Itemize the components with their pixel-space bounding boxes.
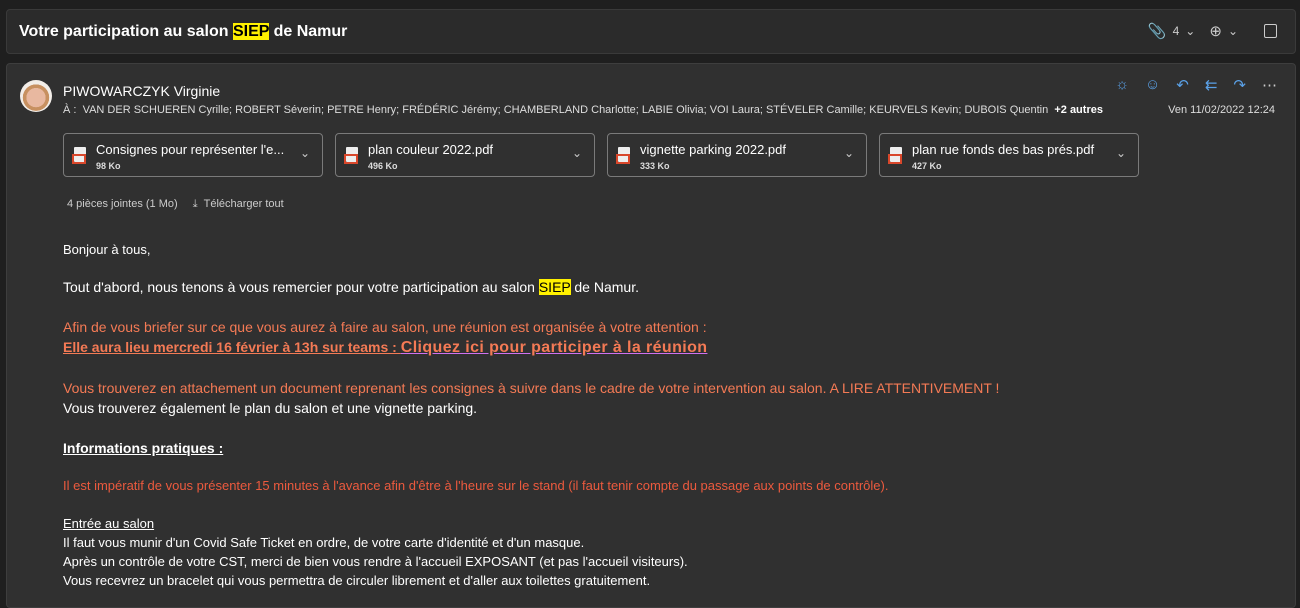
attachment-size: 427 Ko xyxy=(912,161,942,171)
reply-icon[interactable]: ↶ xyxy=(1176,76,1189,94)
attachment-card[interactable]: plan couleur 2022.pdf 496 Ko ⌄ xyxy=(335,133,595,177)
paragraph: Afin de vous briefer sur ce que vous aur… xyxy=(63,319,707,335)
attachment-name: plan rue fonds des bas prés.pdf xyxy=(912,142,1095,157)
subject-text-end: de Namur xyxy=(269,22,348,40)
message-date: Ven 11/02/2022 12:24 xyxy=(1168,104,1275,116)
chevron-down-icon[interactable]: ⌄ xyxy=(300,146,310,160)
more-recipients[interactable]: +2 autres xyxy=(1054,104,1103,116)
paragraph: Après un contrôle de votre CST, merci de… xyxy=(63,554,688,569)
attachment-card[interactable]: vignette parking 2022.pdf 333 Ko ⌄ xyxy=(607,133,867,177)
download-icon[interactable]: ⤓ xyxy=(193,198,198,210)
attachment-name: Consignes pour représenter l'e... xyxy=(96,142,285,157)
subject-highlight: SIEP xyxy=(232,22,270,40)
chevron-down-icon[interactable]: ⌄ xyxy=(1185,24,1195,38)
popout-icon[interactable] xyxy=(1264,24,1277,38)
paragraph: Elle aura lieu mercredi 16 février à 13h… xyxy=(63,337,999,358)
more-icon[interactable]: ⋯ xyxy=(1262,76,1277,94)
join-meeting-link[interactable]: Cliquez ici pour participer à la réunion xyxy=(401,339,708,356)
subject-header: Votre participation au salon SIEP de Nam… xyxy=(6,9,1296,54)
paragraph: Vous recevrez un bracelet qui vous perme… xyxy=(63,573,651,588)
paragraph: Il est impératif de vous présenter 15 mi… xyxy=(63,478,889,493)
paragraph: Il faut vous munir d'un Covid Safe Ticke… xyxy=(63,535,585,550)
zoom-in-icon[interactable]: ⊕ xyxy=(1209,22,1222,40)
to-label: À : xyxy=(63,104,77,116)
attachment-size: 98 Ko xyxy=(96,161,121,171)
pdf-file-icon xyxy=(616,147,630,164)
chevron-down-icon[interactable]: ⌄ xyxy=(1116,146,1126,160)
subject-title: Votre participation au salon SIEP de Nam… xyxy=(19,22,348,41)
chevron-down-icon[interactable]: ⌄ xyxy=(572,146,582,160)
paperclip-icon[interactable]: 📎 xyxy=(1148,22,1167,40)
reply-all-icon[interactable]: ⇇ xyxy=(1205,76,1218,94)
message-body: Bonjour à tous, Tout d'abord, nous tenon… xyxy=(63,240,999,590)
attachment-size: 333 Ko xyxy=(640,161,670,171)
attachment-card[interactable]: Consignes pour représenter l'e... 98 Ko ⌄ xyxy=(63,133,323,177)
entry-heading: Entrée au salon xyxy=(63,516,155,531)
chevron-down-icon[interactable]: ⌄ xyxy=(1228,24,1238,38)
attachment-card[interactable]: plan rue fonds des bas prés.pdf 427 Ko ⌄ xyxy=(879,133,1139,177)
sender-name[interactable]: PIWOWARCZYK Virginie xyxy=(63,83,220,99)
chevron-down-icon[interactable]: ⌄ xyxy=(844,146,854,160)
forward-icon[interactable]: ↷ xyxy=(1233,76,1246,94)
attachment-name: plan couleur 2022.pdf xyxy=(368,142,494,157)
avatar[interactable] xyxy=(20,80,52,112)
paragraph: Tout d'abord, nous tenons à vous remerci… xyxy=(63,277,999,297)
greeting: Bonjour à tous, xyxy=(63,242,151,257)
sun-icon[interactable]: ☼ xyxy=(1115,76,1129,94)
pdf-file-icon xyxy=(72,147,86,164)
highlight: SIEP xyxy=(538,279,571,295)
emoji-icon[interactable]: ☺ xyxy=(1145,76,1160,94)
info-heading: Informations pratiques : xyxy=(63,440,224,456)
attachment-size: 496 Ko xyxy=(368,161,398,171)
meeting-info: Elle aura lieu mercredi 16 février à 13h… xyxy=(63,339,401,355)
message-pane: PIWOWARCZYK Virginie À : VAN DER SCHUERE… xyxy=(6,63,1296,608)
pdf-file-icon xyxy=(344,147,358,164)
text: Tout d'abord, nous tenons à vous remerci… xyxy=(63,279,539,295)
attachments-summary: 4 pièces jointes (1 Mo) xyxy=(67,198,178,210)
download-all-button[interactable]: Télécharger tout xyxy=(204,198,284,210)
paragraph: Vous trouverez également le plan du salo… xyxy=(63,400,478,416)
paragraph: Vous trouverez en attachement un documen… xyxy=(63,380,1000,396)
pdf-file-icon xyxy=(888,147,902,164)
attachment-name: vignette parking 2022.pdf xyxy=(640,142,786,157)
recipient-list[interactable]: VAN DER SCHUEREN Cyrille; ROBERT Séverin… xyxy=(83,104,1049,116)
subject-text: Votre participation au salon xyxy=(19,22,233,40)
recipients: À : VAN DER SCHUEREN Cyrille; ROBERT Sév… xyxy=(63,104,1103,116)
text: de Namur. xyxy=(570,279,639,295)
attachment-count[interactable]: 4 xyxy=(1173,24,1180,38)
